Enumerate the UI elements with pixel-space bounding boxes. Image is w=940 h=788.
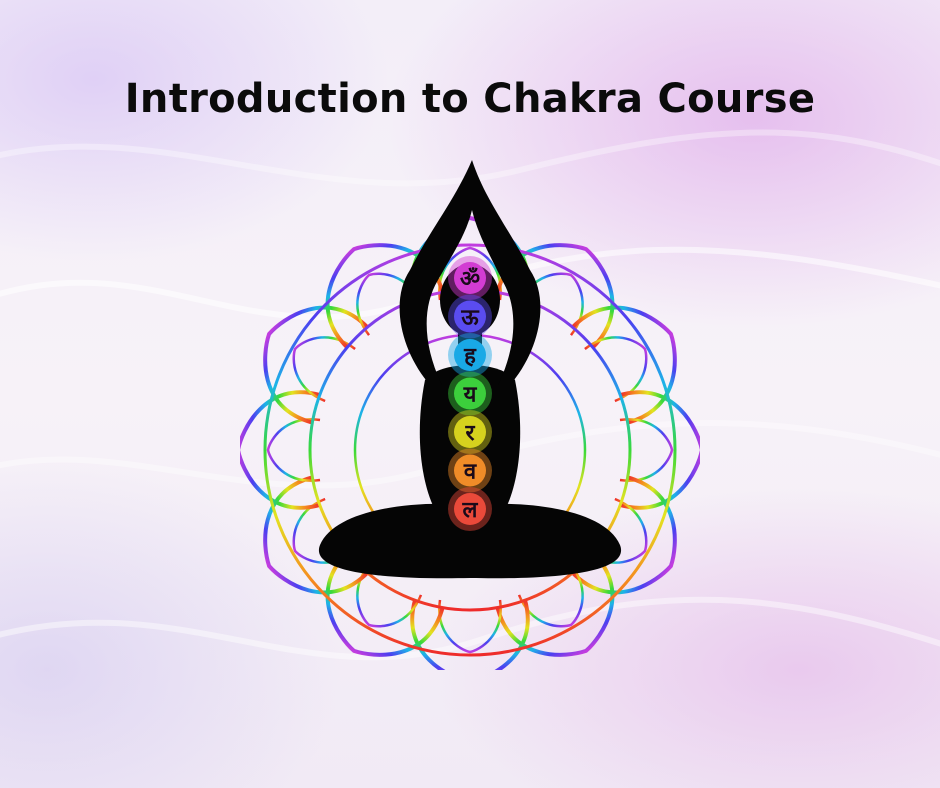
- chakra-symbol-heart: य: [463, 383, 478, 408]
- mandala-petal-inner: [584, 336, 648, 403]
- course-title: Introduction to Chakra Course: [124, 76, 816, 122]
- chakra-symbol-crown: ॐ: [460, 267, 480, 292]
- chakra-symbol-throat: ह: [463, 344, 477, 369]
- chakra-symbol-solar-plexus: र: [465, 421, 476, 446]
- mandala-petal-inner: [292, 336, 356, 403]
- chakra-symbol-sacral: व: [463, 460, 477, 485]
- chakra-symbol-root: ल: [462, 498, 479, 523]
- course-banner: Introduction to Chakra Course ॐ ऊ ह य र …: [0, 0, 940, 788]
- mandala-petal: [240, 390, 321, 510]
- chakra-illustration: ॐऊहयरवल: [240, 160, 700, 670]
- mandala-petal: [570, 305, 677, 425]
- mandala-petal: [263, 305, 370, 425]
- chakra-symbol-third-eye: ऊ: [460, 306, 479, 331]
- mandala-petal: [619, 390, 700, 510]
